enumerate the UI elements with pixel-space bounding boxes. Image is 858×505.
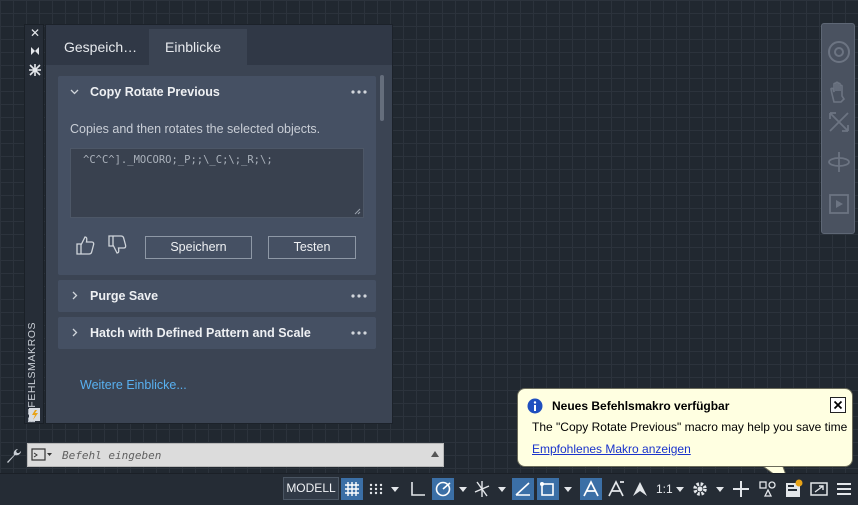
chevron-down-icon[interactable] — [562, 478, 574, 500]
properties-icon[interactable] — [28, 63, 42, 77]
macro-card-copy-rotate: Copy Rotate Previous Copies and then rot… — [58, 76, 376, 275]
more-options-icon[interactable] — [350, 325, 368, 341]
more-options-icon[interactable] — [350, 288, 368, 304]
annotation-visibility-icon[interactable] — [580, 478, 602, 500]
more-options-icon[interactable] — [350, 84, 368, 100]
isolate-objects-icon[interactable] — [757, 478, 779, 500]
card-title: Copy Rotate Previous — [90, 85, 220, 99]
card-header[interactable]: Copy Rotate Previous — [58, 76, 376, 109]
hamburger-menu-icon[interactable] — [833, 478, 855, 500]
test-button[interactable]: Testen — [268, 236, 356, 259]
ortho-icon[interactable] — [407, 478, 429, 500]
chevron-down-icon — [70, 89, 79, 95]
fullscreen-icon[interactable] — [808, 478, 830, 500]
chevron-down-icon[interactable] — [714, 478, 726, 500]
more-insights-link[interactable]: Weitere Einblicke... — [80, 378, 187, 392]
insights-palette: Gespeich… Einblicke Copy Rotate Previous… — [45, 24, 393, 424]
chevron-right-icon — [72, 328, 78, 337]
chevron-down-icon[interactable] — [457, 478, 469, 500]
showmotion-icon[interactable] — [827, 192, 851, 216]
snap-icon[interactable] — [366, 478, 386, 500]
command-macro-icon — [29, 408, 40, 421]
polar-tracking-icon[interactable] — [432, 478, 454, 500]
command-line — [27, 443, 444, 467]
tab-insights[interactable]: Einblicke — [149, 29, 247, 65]
command-prompt-icon[interactable] — [31, 448, 53, 462]
info-icon — [527, 398, 543, 414]
autohide-icon[interactable] — [28, 44, 42, 58]
card-description: Copies and then rotates the selected obj… — [70, 122, 321, 136]
isodraft-icon[interactable] — [471, 478, 493, 500]
resize-grip-icon[interactable] — [354, 208, 361, 215]
pan-hand-icon[interactable] — [827, 80, 851, 104]
close-icon[interactable] — [830, 397, 846, 413]
notification-balloon: Neues Befehlsmakro verfügbar The "Copy R… — [517, 388, 853, 467]
command-input[interactable] — [62, 446, 422, 464]
notification-title: Neues Befehlsmakro verfügbar — [552, 399, 730, 413]
macro-card-purge-save: Purge Save — [58, 280, 376, 312]
auto-scale-icon[interactable] — [605, 478, 627, 500]
card-title: Purge Save — [90, 289, 159, 303]
chevron-right-icon — [72, 291, 78, 300]
close-icon[interactable]: ✕ — [28, 26, 42, 40]
model-space-button[interactable]: MODELL — [283, 477, 339, 500]
palette-scrollbar[interactable] — [380, 75, 384, 121]
steering-wheel-icon[interactable] — [827, 40, 851, 64]
plus-icon[interactable] — [730, 478, 752, 500]
command-macro-status-icon[interactable] — [782, 478, 804, 500]
card-header[interactable]: Hatch with Defined Pattern and Scale — [58, 317, 376, 350]
palette-tabs: Gespeich… Einblicke — [46, 25, 392, 65]
card-title: Hatch with Defined Pattern and Scale — [90, 326, 311, 340]
status-bar: MODELL 1:1 — [0, 473, 858, 505]
annotation-scale-icon[interactable] — [629, 478, 651, 500]
chevron-down-icon[interactable] — [496, 478, 508, 500]
navigation-bar — [821, 23, 855, 234]
notification-message: The "Copy Rotate Previous" macro may hel… — [532, 420, 848, 434]
recent-commands-icon[interactable] — [431, 451, 439, 457]
orbit-icon[interactable] — [827, 150, 851, 174]
macro-text-field[interactable]: ^C^C^]._MOCORO;_P;;\_C;\;_R;\; — [70, 148, 364, 218]
wrench-icon[interactable] — [5, 447, 22, 464]
card-header[interactable]: Purge Save — [58, 280, 376, 313]
zoom-extents-icon[interactable] — [827, 110, 851, 134]
recommended-macro-link[interactable]: Empfohlenes Makro anzeigen — [532, 442, 691, 456]
tab-saved[interactable]: Gespeich… — [48, 29, 153, 65]
thumbs-down-icon[interactable] — [106, 234, 128, 256]
macro-card-hatch: Hatch with Defined Pattern and Scale — [58, 317, 376, 349]
thumbs-up-icon[interactable] — [74, 234, 96, 256]
chevron-down-icon[interactable] — [674, 478, 686, 500]
object-snap-icon[interactable] — [537, 478, 559, 500]
grid-icon[interactable] — [341, 478, 363, 500]
annotation-scale-label[interactable]: 1:1 — [656, 482, 673, 496]
chevron-down-icon[interactable] — [389, 478, 401, 500]
gear-icon[interactable] — [689, 478, 711, 500]
object-snap-tracking-icon[interactable] — [512, 478, 534, 500]
save-button[interactable]: Speichern — [145, 236, 252, 259]
palette-titlebar[interactable]: ✕ BEFEHLSMAKROS — [24, 24, 44, 424]
macro-text: ^C^C^]._MOCORO;_P;;\_C;\;_R;\; — [83, 154, 273, 166]
